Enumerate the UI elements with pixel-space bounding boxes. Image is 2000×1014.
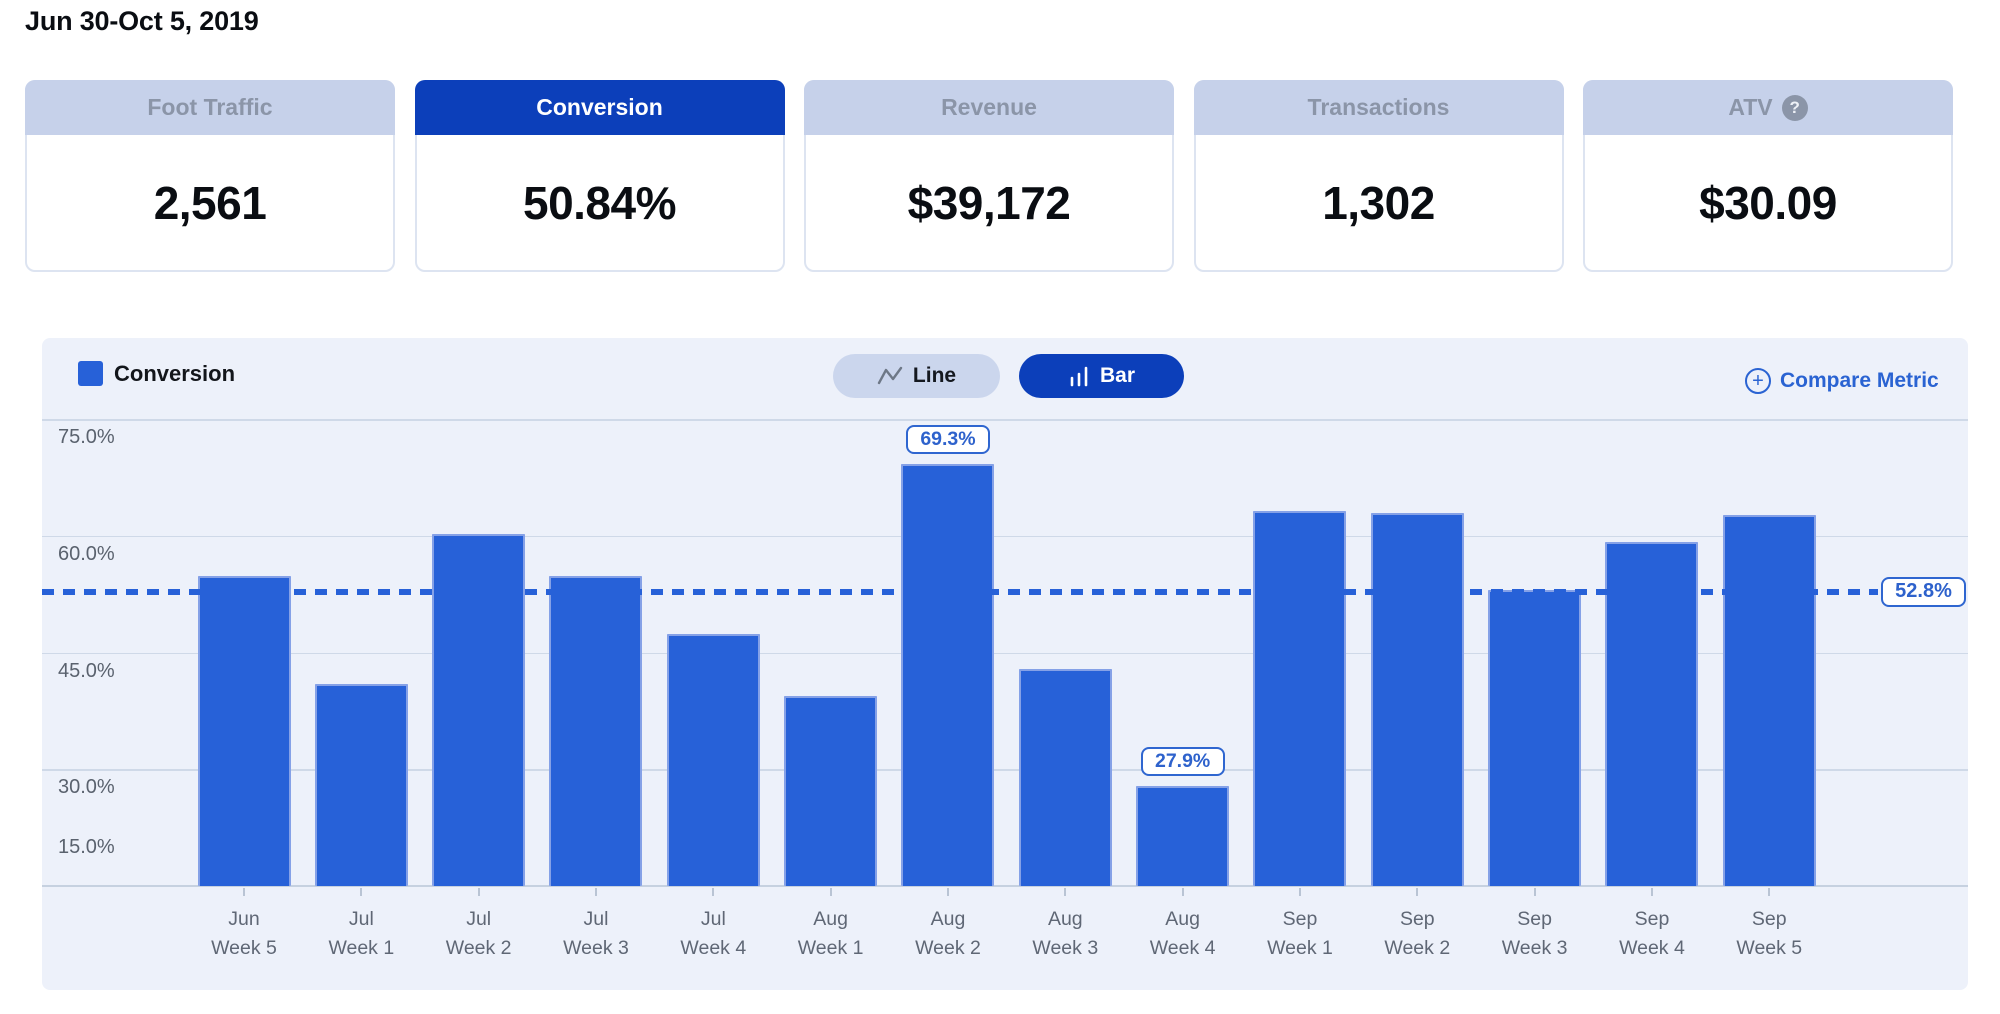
x-axis-tick [1651, 888, 1653, 896]
metric-card-value: $30.09 [1585, 135, 1951, 270]
y-axis-label: 75.0% [58, 426, 115, 449]
bar-aug-week-4[interactable] [1136, 786, 1229, 886]
x-axis-tick [1768, 888, 1770, 896]
metric-card-label: ATV [1728, 94, 1772, 121]
bar-chart-plot: 75.0%60.0%45.0%30.0%15.0%JunWeek 5JulWee… [42, 338, 1968, 990]
bar-sep-week-3[interactable] [1488, 590, 1581, 886]
metric-card-header[interactable]: Foot Traffic [25, 80, 395, 135]
bar-jul-week-1[interactable] [315, 684, 408, 886]
x-axis-tick [830, 888, 832, 896]
bar-jul-week-3[interactable] [549, 576, 642, 886]
bar-aug-week-2[interactable] [901, 464, 994, 886]
metric-card-atv[interactable]: ATV?$30.09 [1583, 80, 1953, 272]
bar-aug-week-1[interactable] [784, 696, 877, 886]
metric-card-header[interactable]: Revenue [804, 80, 1174, 135]
bar-sep-week-1[interactable] [1253, 511, 1346, 886]
bar-value-badge: 27.9% [1141, 747, 1225, 776]
dashboard: Jun 30-Oct 5, 2019 Foot Traffic2,561Conv… [0, 0, 2000, 1014]
bar-jul-week-2[interactable] [432, 534, 525, 886]
metric-card-value: 2,561 [27, 135, 393, 270]
date-range-title: Jun 30-Oct 5, 2019 [25, 6, 259, 37]
bar-aug-week-3[interactable] [1019, 669, 1112, 886]
x-axis-tick [1534, 888, 1536, 896]
metric-card-transactions[interactable]: Transactions 1,302 [1194, 80, 1564, 272]
metric-card-label: Conversion [536, 94, 663, 121]
x-axis-tick [243, 888, 245, 896]
x-axis-tick [712, 888, 714, 896]
y-axis-label: 30.0% [58, 776, 115, 799]
metric-cards-row: Foot Traffic2,561Conversion50.84%Revenue… [25, 80, 1955, 272]
x-axis-tick [1299, 888, 1301, 896]
chart-panel: Conversion Line Bar + Compare Metric 75.… [42, 338, 1968, 990]
gridline-75 [42, 419, 1968, 421]
x-axis-tick [947, 888, 949, 896]
x-axis-tick [360, 888, 362, 896]
y-axis-label: 15.0% [58, 836, 115, 859]
metric-card-conversion[interactable]: Conversion 50.84% [415, 80, 785, 272]
metric-card-label: Transactions [1308, 94, 1450, 121]
metric-card-value: $39,172 [806, 135, 1172, 270]
help-icon[interactable]: ? [1782, 95, 1808, 121]
average-line [42, 589, 1878, 595]
metric-card-revenue[interactable]: Revenue $39,172 [804, 80, 1174, 272]
bar-sep-week-5[interactable] [1723, 515, 1816, 886]
metric-card-value: 50.84% [417, 135, 783, 270]
x-axis-label: SepWeek 5 [1699, 905, 1839, 963]
bar-sep-week-2[interactable] [1371, 513, 1464, 886]
bar-value-badge: 69.3% [906, 425, 990, 454]
bar-jul-week-4[interactable] [667, 634, 760, 886]
metric-card-header[interactable]: Transactions [1194, 80, 1564, 135]
average-value-badge: 52.8% [1881, 577, 1966, 607]
metric-card-value: 1,302 [1196, 135, 1562, 270]
x-axis-tick [1064, 888, 1066, 896]
x-axis-tick [595, 888, 597, 896]
x-axis-tick [478, 888, 480, 896]
x-axis-tick [1416, 888, 1418, 896]
x-axis-tick [1182, 888, 1184, 896]
gridline-60 [42, 536, 1968, 538]
metric-card-header[interactable]: ATV? [1583, 80, 1953, 135]
y-axis-label: 45.0% [58, 660, 115, 683]
metric-card-label: Revenue [941, 94, 1037, 121]
metric-card-label: Foot Traffic [147, 94, 272, 121]
metric-card-header[interactable]: Conversion [415, 80, 785, 135]
bar-jun-week-5[interactable] [198, 576, 291, 886]
metric-card-foot-traffic[interactable]: Foot Traffic 2,561 [25, 80, 395, 272]
y-axis-label: 60.0% [58, 543, 115, 566]
